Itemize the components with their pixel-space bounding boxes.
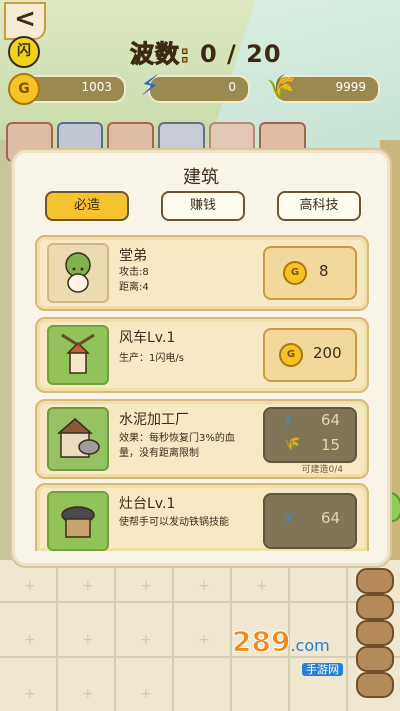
- watermark-domain: .com: [290, 636, 330, 655]
- wheat-icon: 🌾: [283, 436, 301, 452]
- price-energy: 64: [321, 509, 341, 527]
- list-item-windmill[interactable]: 风车Lv.1 生产：1闪电/s G 200: [35, 317, 369, 393]
- buy-button[interactable]: ⚡ 64 🌾 15: [263, 407, 357, 463]
- item-desc: 使帮手可以发动铁锅技能: [119, 517, 229, 528]
- item-name: 灶台Lv.1: [119, 496, 176, 512]
- coin-icon: G: [8, 73, 40, 105]
- buy-button[interactable]: G 200: [263, 328, 357, 382]
- energy-value: 0: [228, 80, 236, 94]
- flash-button[interactable]: 闪: [8, 36, 40, 68]
- watermark-sub: 手游网: [302, 663, 343, 676]
- tab-required[interactable]: 必造: [45, 191, 129, 221]
- lightning-icon: ⚡: [283, 411, 295, 430]
- item-name: 水泥加工厂: [119, 412, 189, 428]
- coin-icon: G: [279, 343, 303, 367]
- list-item-cousin[interactable]: 堂弟 攻击:8 距离:4 G 8: [35, 235, 369, 311]
- coin-icon: G: [283, 261, 307, 285]
- back-button[interactable]: <: [4, 2, 46, 40]
- stove-icon: [47, 491, 109, 551]
- wheat-value: 9999: [335, 80, 366, 94]
- item-desc: 攻击:8 距离:4: [119, 267, 149, 293]
- log: [356, 568, 394, 594]
- wave-counter: 波数: 0 / 20: [130, 34, 300, 69]
- buildable-count: 可建造0/4: [301, 465, 344, 475]
- cement-factory-icon: [47, 407, 109, 471]
- tab-high-tech[interactable]: 高科技: [277, 191, 361, 221]
- price-energy: 64: [321, 411, 341, 429]
- wheat-icon: 🌾: [266, 73, 296, 101]
- list-item-cement-factory[interactable]: 水泥加工厂 效果：每秒恢复门3%的血 量，没有距离限制 ⚡ 64 🌾 15 可建…: [35, 399, 369, 479]
- log: [356, 672, 394, 698]
- price-value: 200: [313, 344, 342, 362]
- item-desc: 效果：每秒恢复门3%的血 量，没有距离限制: [119, 433, 235, 459]
- build-modal: 建筑 必造 赚钱 高科技 堂弟 攻击:8 距离:4 G 8 风车Lv.1 生产：…: [12, 150, 390, 566]
- item-desc: 生产：1闪电/s: [119, 353, 184, 364]
- lightning-icon: ⚡: [140, 69, 160, 102]
- energy-bar: 0: [148, 75, 250, 103]
- cousin-icon: [47, 243, 109, 303]
- site-watermark: 289.com 手游网: [231, 625, 392, 676]
- windmill-icon: [47, 325, 109, 385]
- log: [356, 594, 394, 620]
- coin-value: 1003: [81, 80, 112, 94]
- buy-button[interactable]: G 8: [263, 246, 357, 300]
- buy-button[interactable]: ⚡ 64: [263, 493, 357, 549]
- wave-value: 0 / 20: [199, 40, 282, 68]
- watermark-number: 289: [231, 625, 291, 659]
- modal-title: 建筑: [183, 167, 219, 188]
- item-name: 堂弟: [119, 248, 147, 264]
- wave-label: 波数:: [130, 40, 191, 69]
- tab-earn-money[interactable]: 赚钱: [161, 191, 245, 221]
- price-value: 8: [319, 262, 329, 280]
- list-item-stove[interactable]: 灶台Lv.1 使帮手可以发动铁锅技能 ⚡ 64: [35, 483, 369, 551]
- price-wheat: 15: [321, 436, 341, 454]
- item-name: 风车Lv.1: [119, 330, 176, 346]
- lightning-icon: ⚡: [283, 509, 295, 528]
